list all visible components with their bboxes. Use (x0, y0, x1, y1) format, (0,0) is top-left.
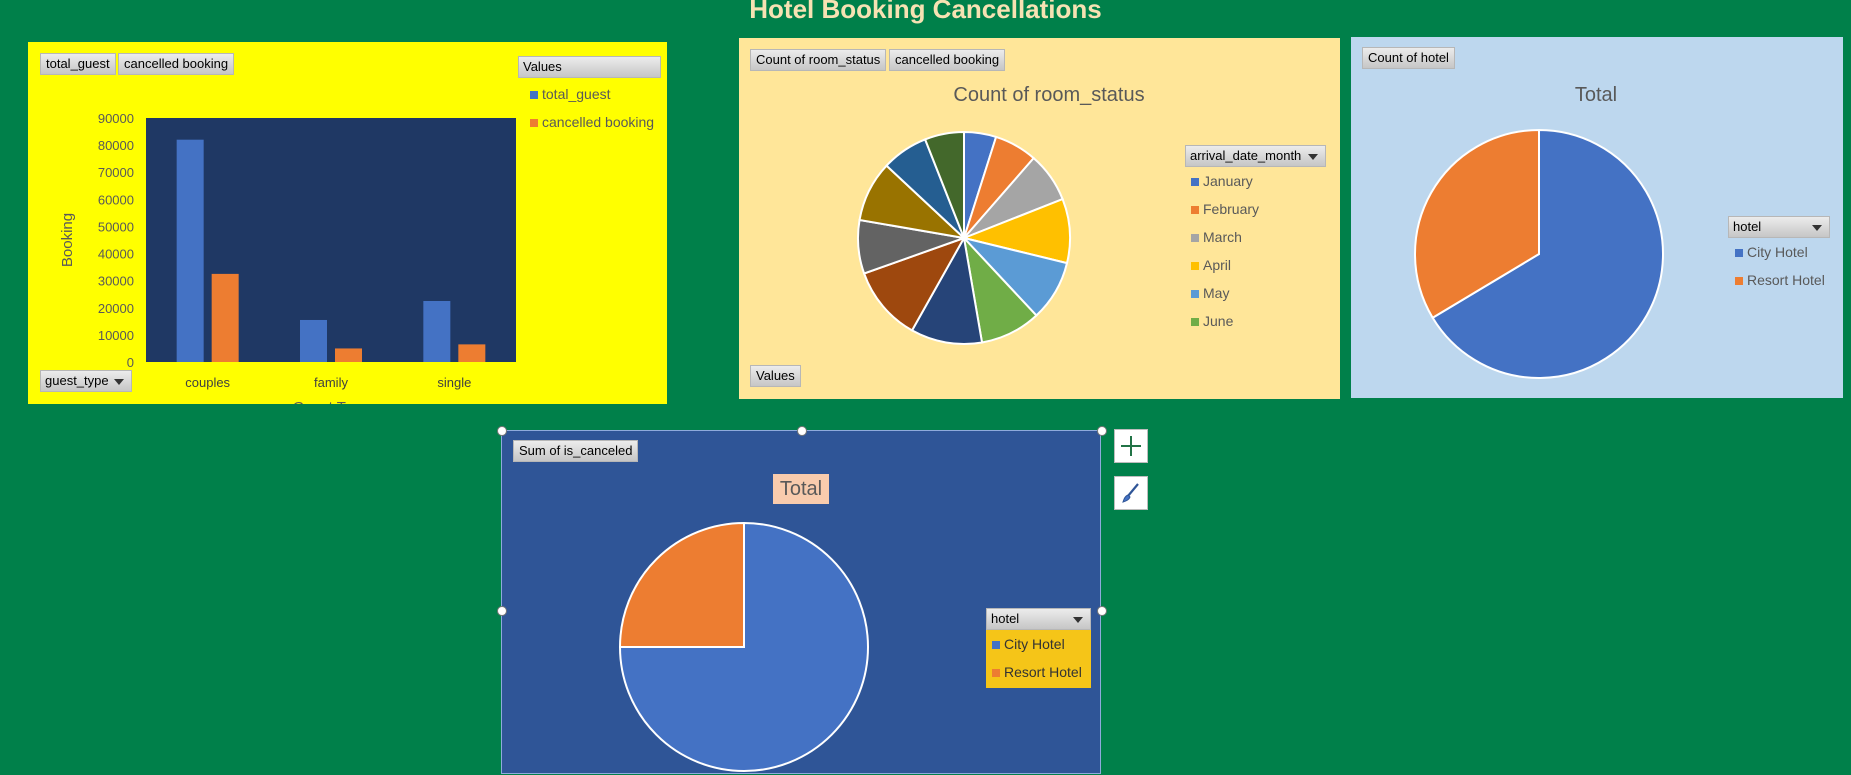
x-tick-label: family (314, 375, 348, 390)
chart-elements-button[interactable] (1114, 429, 1148, 463)
legend-swatch (1735, 249, 1743, 257)
y-tick-label: 60000 (98, 192, 134, 207)
legend-swatch (1191, 178, 1199, 186)
bar-single-1[interactable] (458, 344, 486, 362)
resize-handle-left-middle[interactable] (497, 606, 507, 616)
brush-icon (1122, 483, 1139, 503)
bar-couples-0[interactable] (176, 139, 204, 362)
room-legend-item[interactable]: April (1191, 251, 1259, 279)
x-axis-label: Guest Type (293, 399, 369, 404)
hotel-filter-button[interactable]: hotel (1728, 216, 1830, 238)
hotel-filter-button-2[interactable]: hotel (986, 608, 1091, 630)
legend-label: June (1203, 313, 1234, 329)
guest-type-filter-button[interactable]: guest_type (40, 370, 132, 392)
bar-couples-1[interactable] (211, 273, 239, 362)
bar-family-0[interactable] (300, 319, 327, 362)
legend-label: City Hotel (1004, 636, 1065, 652)
chart-styles-button[interactable] (1114, 476, 1148, 510)
hotel-legend-item[interactable]: Resort Hotel (1735, 266, 1825, 294)
hotel-legend: City Hotel Resort Hotel (1735, 238, 1825, 294)
resize-handle-top-left[interactable] (497, 426, 507, 436)
y-tick-label: 10000 (98, 328, 134, 343)
y-tick-label: 70000 (98, 165, 134, 180)
legend-label: January (1203, 173, 1253, 189)
cancellations-legend: City Hotel Resort Hotel (992, 630, 1082, 686)
bar-family-1[interactable] (335, 348, 362, 362)
cancel-slice-Resort Hotel[interactable] (618, 521, 745, 648)
plus-icon (1121, 436, 1141, 456)
arrival-month-filter-button[interactable]: arrival_date_month (1185, 145, 1326, 167)
room-legend-item[interactable]: March (1191, 223, 1259, 251)
room-legend-item[interactable]: June (1191, 307, 1259, 335)
guest-type-bar-chart[interactable]: total_guest cancelled booking Values tot… (28, 42, 667, 404)
dashboard-title: Hotel Booking Cancellations (749, 0, 1102, 24)
legend-swatch (1735, 277, 1743, 285)
y-tick-label: 50000 (98, 219, 134, 234)
y-axis-label: Booking (59, 213, 76, 267)
legend-swatch (992, 641, 1000, 649)
y-tick-label: 20000 (98, 301, 134, 316)
arrival-month-filter-label: arrival_date_month (1190, 148, 1302, 163)
legend-swatch (1191, 234, 1199, 242)
legend-label: March (1203, 229, 1242, 245)
legend-label: Resort Hotel (1747, 272, 1825, 288)
hotel-count-pie-chart[interactable]: Count of hotel Total hotel City Hotel Res… (1351, 37, 1843, 398)
room-legend-item[interactable]: May (1191, 279, 1259, 307)
y-tick-label: 40000 (98, 247, 134, 262)
hotel-filter-label: hotel (1733, 219, 1762, 234)
legend-swatch (1191, 318, 1199, 326)
room-legend-item[interactable]: February (1191, 195, 1259, 223)
resize-handle-right-middle[interactable] (1097, 606, 1107, 616)
y-tick-label: 0 (127, 355, 134, 370)
y-tick-label: 90000 (98, 111, 134, 126)
chevron-down-icon (1073, 617, 1083, 623)
bar-single-0[interactable] (423, 301, 451, 362)
legend-label: February (1203, 201, 1260, 217)
chevron-down-icon (1308, 154, 1318, 160)
x-tick-label: single (437, 375, 471, 390)
cancel-legend-item[interactable]: Resort Hotel (992, 658, 1082, 686)
x-tick-label: couples (185, 375, 230, 390)
legend-label: April (1203, 257, 1232, 273)
legend-swatch (1191, 290, 1199, 298)
chevron-down-icon (114, 379, 124, 385)
cancellations-pie-chart[interactable]: Sum of is_canceled Total hotel City Hote… (501, 430, 1101, 774)
room-legend-item[interactable]: January (1191, 167, 1259, 195)
guest-type-filter-label: guest_type (45, 373, 109, 388)
y-tick-label: 80000 (98, 138, 134, 153)
chevron-down-icon (1812, 225, 1822, 231)
legend-label: May (1203, 285, 1230, 301)
legend-swatch (1191, 262, 1199, 270)
room-status-pie-chart[interactable]: Count of room_status cancelled booking C… (739, 38, 1340, 399)
cancel-legend-item[interactable]: City Hotel (992, 630, 1082, 658)
hotel-filter-label-2: hotel (991, 611, 1020, 626)
values-field-pill[interactable]: Values (750, 365, 801, 387)
hotel-legend-item[interactable]: City Hotel (1735, 238, 1825, 266)
y-tick-label: 30000 (98, 274, 134, 289)
legend-swatch (1191, 206, 1199, 214)
cancellations-pie-svg (618, 521, 869, 772)
resize-handle-top-right[interactable] (1097, 426, 1107, 436)
legend-label: City Hotel (1747, 244, 1808, 260)
legend-swatch (992, 669, 1000, 677)
bar-chart-svg: 0 10000 20000 30000 40000 50000 60000 70000 8000… (59, 111, 516, 404)
room-status-legend: January February March April May June (1191, 167, 1259, 335)
legend-label: Resort Hotel (1004, 664, 1082, 680)
resize-handle-top-middle[interactable] (797, 426, 807, 436)
